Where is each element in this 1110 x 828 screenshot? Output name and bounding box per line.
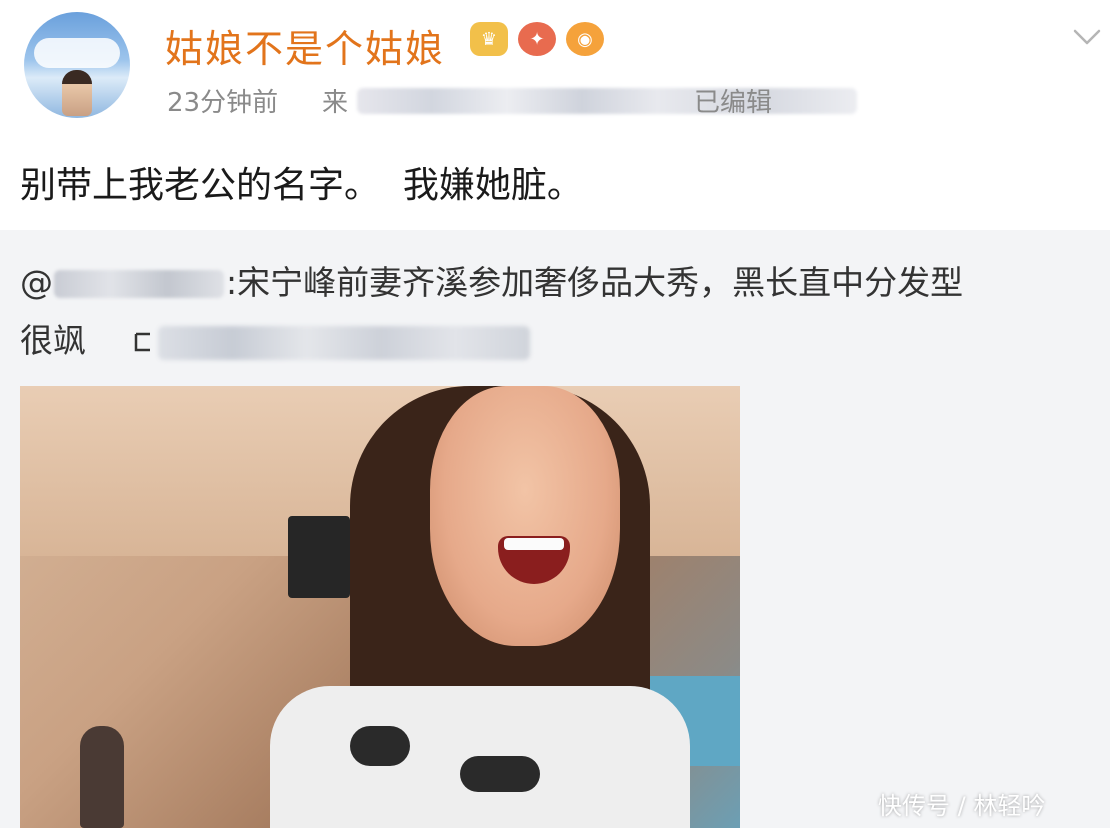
repost-author-blurred[interactable] [54, 270, 224, 298]
link-blurred[interactable] [158, 326, 530, 360]
avatar[interactable] [24, 12, 130, 118]
repost-line-2: 很飒 [20, 312, 1100, 370]
repost-content-line2: 很飒 [20, 321, 86, 360]
link-icon[interactable] [133, 330, 155, 354]
crown-badge-icon[interactable]: ♛ [470, 22, 508, 56]
source-blurred [357, 88, 857, 114]
repost-text: @ :宋宁峰前妻齐溪参加奢侈品大秀，黑长直中分发型 很飒 [20, 254, 1100, 370]
photo-background-person [80, 726, 124, 828]
avatar-cloud [34, 38, 120, 68]
post-photo[interactable] [20, 386, 740, 828]
repost-content-line1: :宋宁峰前妻齐溪参加奢侈品大秀，黑长直中分发型 [226, 263, 964, 302]
post-time: 23分钟前 [167, 88, 279, 118]
photo-speaker [288, 516, 350, 598]
badge-row: ♛ ✦ ◉ [470, 22, 604, 56]
photo-teeth [504, 538, 564, 550]
photo-shirt-pattern [350, 726, 410, 766]
photo-face [430, 386, 620, 646]
repost-card[interactable]: @ :宋宁峰前妻齐溪参加奢侈品大秀，黑长直中分发型 很飒 [0, 230, 1110, 828]
username[interactable]: 姑娘不是个姑娘 [165, 18, 445, 73]
at-sign: @ [20, 263, 53, 302]
repost-line-1: @ :宋宁峰前妻齐溪参加奢侈品大秀，黑长直中分发型 [20, 254, 1100, 312]
post-text: 别带上我老公的名字。 我嫌她脏。 [20, 165, 583, 206]
chevron-down-icon[interactable] [1072, 22, 1102, 52]
avatar-person [62, 70, 92, 116]
source-label: 来 [322, 88, 349, 118]
watermark: 快传号 / 林轻吟 [878, 792, 1046, 820]
edited-label: 已编辑 [694, 88, 773, 118]
photo-shirt-pattern [460, 756, 540, 792]
post-header: 姑娘不是个姑娘 ♛ ✦ ◉ 23分钟前 来 已编辑 别带上我老公的名字。 我嫌她… [0, 0, 1110, 230]
fire-badge-icon[interactable]: ✦ [518, 22, 556, 56]
fish-badge-icon[interactable]: ◉ [566, 22, 604, 56]
